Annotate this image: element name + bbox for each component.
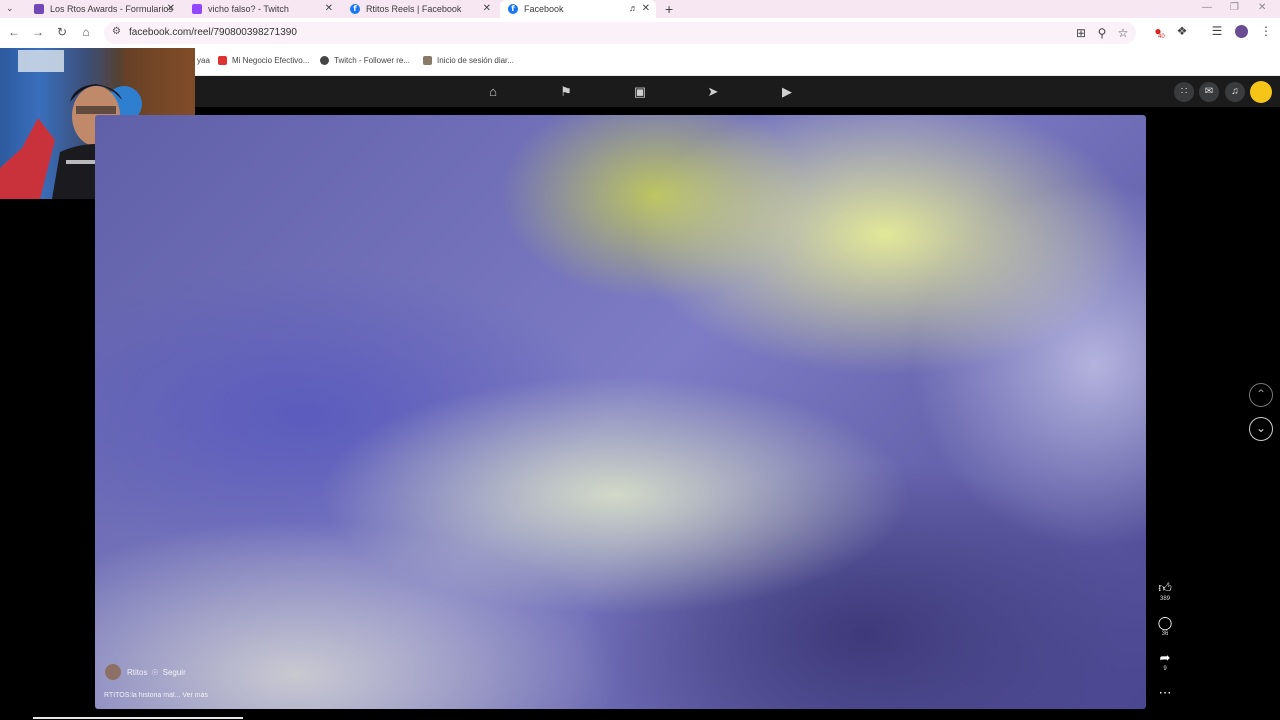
tab-title: vicho falso? - Twitch — [208, 4, 289, 14]
tab-strip: ⌄ Los Rtos Awards - Formularios ✕ vicho … — [0, 0, 1280, 18]
bookmark-item[interactable]: Twitch - Follower re... — [320, 56, 410, 65]
facebook-favicon-icon: f — [350, 4, 360, 14]
like-count: 389 — [1159, 596, 1170, 602]
like-button[interactable]: 👍︎ 389 — [1152, 581, 1178, 603]
tab-search-icon[interactable]: ⌄ — [6, 3, 14, 14]
extensions-puzzle-icon[interactable]: ❖ — [1174, 24, 1190, 38]
tab-twitch[interactable]: vicho falso? - Twitch ✕ — [184, 0, 339, 18]
address-bar[interactable]: ⚙ facebook.com/reel/790800398271390 ⊞ ⚲ … — [104, 22, 1136, 44]
follow-button[interactable]: Seguir — [163, 668, 186, 677]
like-icon: 👍︎ — [1158, 580, 1172, 595]
share-button[interactable]: ➦ 9 — [1152, 651, 1178, 673]
close-tab-icon[interactable]: ✕ — [642, 3, 650, 14]
site-info-icon[interactable]: ⚙ — [112, 26, 121, 37]
share-icon: ➦ — [1159, 650, 1171, 665]
speaker-icon[interactable]: ♬ — [629, 3, 638, 13]
home-icon[interactable]: ⌂ — [485, 84, 501, 100]
more-options-button[interactable]: ⋯ — [1152, 686, 1178, 700]
bookmark-label: Inicio de sesión diar... — [437, 56, 514, 65]
kebab-menu-icon[interactable]: ⋮ — [1258, 24, 1274, 38]
globe-icon: ☉ — [151, 667, 159, 677]
bookmark-label: Mi Negocio Efectivo... — [232, 56, 310, 65]
zoom-icon[interactable]: ⚲ — [1094, 26, 1110, 40]
marketplace-icon[interactable]: ▣ — [632, 84, 648, 100]
reel-caption[interactable]: RTITOS:la historia mal... Ver más — [104, 692, 208, 699]
bell-icon[interactable]: ♫ — [1225, 82, 1245, 102]
close-tab-icon[interactable]: ✕ — [483, 3, 491, 14]
more-icon: ⋯ — [1158, 685, 1172, 700]
chevron-up-icon[interactable]: ⌃ — [1249, 383, 1273, 407]
tab-facebook-active[interactable]: f Facebook ♬ ✕ — [500, 0, 656, 18]
tab-title: Rtitos Reels | Facebook — [366, 4, 462, 14]
tab-title: Los Rtos Awards - Formularios — [50, 4, 173, 14]
media-controls-icon[interactable]: ☰ — [1209, 24, 1225, 38]
bookmark-favicon-icon — [320, 56, 329, 65]
back-icon[interactable]: ← — [6, 25, 22, 39]
bookmark-item[interactable]: yaa — [197, 56, 210, 65]
megaphone-icon[interactable]: ➤ — [705, 84, 721, 100]
comment-count: 36 — [1161, 631, 1169, 637]
bookmark-item[interactable]: Inicio de sesión diar... — [423, 56, 514, 65]
bookmark-favicon-icon — [423, 56, 432, 65]
browser-toolbar: ← → ↻ ⌂ ⚙ facebook.com/reel/790800398271… — [0, 18, 1280, 48]
chevron-down-icon[interactable]: ⌄ — [1249, 417, 1273, 441]
video-icon[interactable]: ▶ — [779, 84, 795, 100]
facebook-favicon-icon: f — [508, 4, 518, 14]
comment-button[interactable]: ◯ 36 — [1152, 616, 1178, 638]
author-name[interactable]: Rtitos — [127, 668, 147, 677]
forward-icon[interactable]: → — [30, 25, 46, 39]
share-count: 9 — [1163, 666, 1167, 672]
install-app-icon[interactable]: ⊞ — [1073, 26, 1089, 40]
twitch-favicon-icon — [192, 4, 202, 14]
window-close-icon[interactable]: ✕ — [1258, 2, 1266, 13]
url-text[interactable]: facebook.com/reel/790800398271390 — [129, 27, 297, 38]
account-avatar[interactable] — [1250, 81, 1272, 103]
reel-video-player[interactable]: Rtitos ☉ Seguir RTITOS:la historia mal..… — [95, 115, 1146, 709]
forms-favicon-icon — [34, 4, 44, 14]
restore-icon[interactable]: ❐ — [1230, 2, 1239, 13]
minimize-icon[interactable]: — — [1202, 2, 1212, 13]
new-tab-button[interactable]: + — [665, 0, 673, 18]
profile-avatar[interactable] — [1235, 25, 1248, 38]
home-button-icon[interactable]: ⌂ — [78, 25, 94, 39]
bookmark-label: Twitch - Follower re... — [334, 56, 411, 65]
messenger-icon[interactable]: ✉ — [1199, 82, 1219, 102]
reel-author-row: Rtitos ☉ Seguir — [105, 664, 186, 680]
tab-rtitos-reels[interactable]: f Rtitos Reels | Facebook ✕ — [342, 0, 497, 18]
tab-title: Facebook — [524, 4, 564, 14]
comment-icon: ◯ — [1157, 615, 1173, 630]
reload-icon[interactable]: ↻ — [54, 25, 70, 39]
author-avatar[interactable] — [105, 664, 121, 680]
close-tab-icon[interactable]: ✕ — [325, 3, 333, 14]
bookmark-label: yaa — [197, 56, 210, 65]
video-progress-bar[interactable] — [33, 717, 243, 719]
bookmark-item[interactable]: Mi Negocio Efectivo... — [218, 56, 309, 65]
flag-icon[interactable]: ⚑ — [558, 84, 574, 100]
extension-badge: 40 — [1158, 34, 1165, 40]
close-tab-icon[interactable]: ✕ — [167, 3, 175, 14]
menu-grid-icon[interactable]: ∷ — [1174, 82, 1194, 102]
tab-forms[interactable]: Los Rtos Awards - Formularios ✕ — [26, 0, 181, 18]
bookmark-favicon-icon — [218, 56, 227, 65]
bookmark-star-icon[interactable]: ☆ — [1115, 26, 1131, 40]
